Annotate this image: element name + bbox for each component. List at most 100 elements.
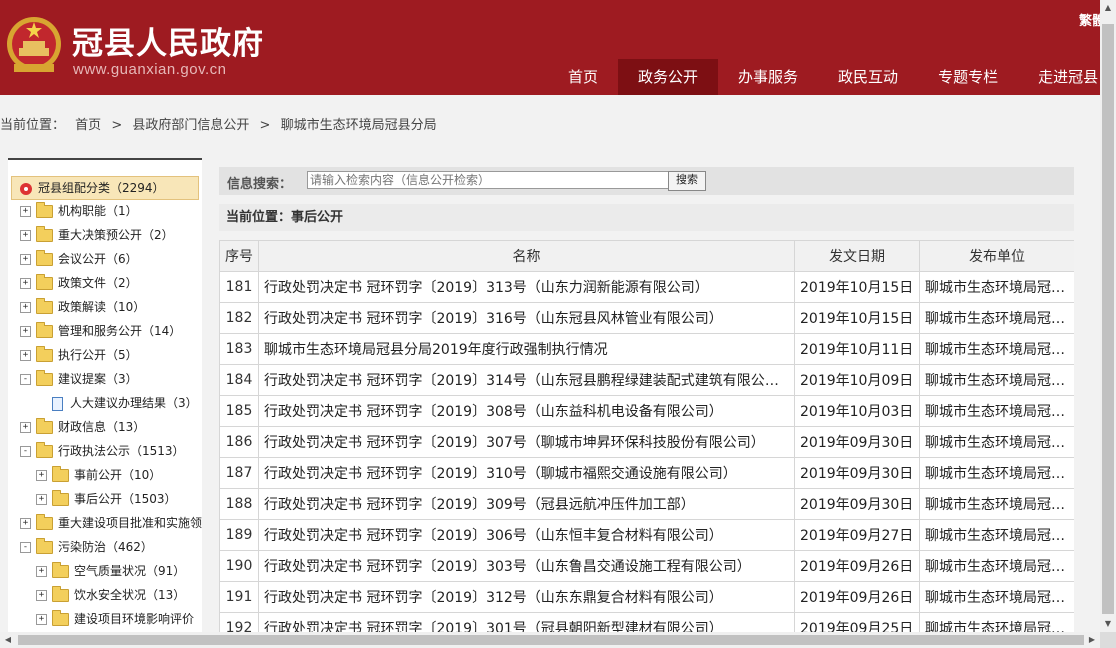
expand-icon[interactable]: + — [20, 326, 31, 337]
vertical-scrollbar[interactable]: ▲ ▼ — [1100, 0, 1116, 632]
folder-icon — [36, 274, 53, 290]
cell-date: 2019年09月30日 — [794, 457, 920, 489]
tree-node[interactable]: - 建议提案（3） — [20, 368, 138, 390]
nav-item-0[interactable]: 首页 — [548, 59, 618, 95]
cell-title-link[interactable]: 行政处罚决定书 冠环罚字〔2019〕301号（冠县朝阳新型建材有限公司） — [258, 612, 795, 632]
cell-title-link[interactable]: 行政处罚决定书 冠环罚字〔2019〕313号（山东力润新能源有限公司） — [258, 271, 795, 303]
expand-icon[interactable]: + — [20, 422, 31, 433]
main-nav: 首页 政务公开 办事服务 政民互动 专题专栏 走进冠县 — [548, 59, 1116, 95]
tree-node[interactable]: + 政策解读（10） — [20, 296, 145, 318]
tree-node[interactable]: - 污染防治（462） — [20, 536, 153, 558]
expand-icon[interactable]: + — [20, 350, 31, 361]
cell-title-link[interactable]: 行政处罚决定书 冠环罚字〔2019〕312号（山东东鼎复合材料有限公司） — [258, 581, 795, 613]
cell-date: 2019年10月09日 — [794, 364, 920, 396]
tree-node[interactable]: + 管理和服务公开（14） — [20, 320, 181, 342]
tree-node-label: 建设项目环境影响评价 — [74, 612, 195, 626]
scroll-right-icon[interactable]: ▶ — [1084, 632, 1100, 648]
national-emblem-icon — [7, 17, 61, 72]
table-row: 188 行政处罚决定书 冠环罚字〔2019〕309号（冠县远航冲压件加工部） 201… — [219, 488, 1074, 520]
tree-node[interactable]: + 会议公开（6） — [20, 248, 138, 270]
tree-node[interactable]: + 饮水安全状况（13） — [36, 584, 185, 606]
collapse-icon[interactable]: - — [20, 542, 31, 553]
cell-title-link[interactable]: 行政处罚决定书 冠环罚字〔2019〕310号（聊城市福熙交通设施有限公司） — [258, 457, 795, 489]
scroll-left-icon[interactable]: ◀ — [0, 632, 16, 648]
collapse-icon[interactable]: - — [20, 374, 31, 385]
collapse-icon[interactable]: - — [20, 446, 31, 457]
cell-index: 189 — [219, 519, 259, 551]
tree-node[interactable]: + 事后公开（1503） — [36, 488, 177, 510]
tree-node[interactable]: + 事前公开（10） — [36, 464, 161, 486]
tree-node[interactable]: + 政策文件（2） — [20, 272, 138, 294]
col-header-publisher: 发布单位 — [919, 240, 1074, 272]
expand-icon[interactable]: + — [36, 590, 47, 601]
site-header: 冠县人民政府 www.guanxian.gov.cn 繁體 首页 政务公开 办事服务… — [0, 0, 1100, 95]
tree-node[interactable]: + 执行公开（5） — [20, 344, 138, 366]
expand-icon[interactable]: + — [36, 566, 47, 577]
col-header-name: 名称 — [258, 240, 795, 272]
expand-icon[interactable]: + — [20, 206, 31, 217]
expand-icon[interactable]: + — [20, 278, 31, 289]
cell-index: 185 — [219, 395, 259, 427]
tree-node-label: 建议提案（3） — [58, 372, 138, 386]
cell-date: 2019年09月27日 — [794, 519, 920, 551]
breadcrumb-department-link[interactable]: 县政府部门信息公开 — [132, 118, 249, 133]
cell-title-link[interactable]: 行政处罚决定书 冠环罚字〔2019〕306号（山东恒丰复合材料有限公司） — [258, 519, 795, 551]
cell-date: 2019年09月25日 — [794, 612, 920, 632]
traditional-chinese-toggle[interactable]: 繁體 — [1079, 10, 1100, 29]
cell-title-link[interactable]: 聊城市生态环境局冠县分局2019年度行政强制执行情况 — [258, 333, 795, 365]
expand-icon[interactable]: + — [20, 230, 31, 241]
horizontal-scrollbar[interactable]: ◀ ▶ — [0, 632, 1100, 648]
tree-node[interactable]: + 重大建设项目批准和实施领域 — [20, 512, 202, 534]
tree-node[interactable]: 人大建议办理结果（3） — [52, 392, 198, 414]
expand-icon[interactable]: + — [20, 254, 31, 265]
tree-node[interactable]: + 财政信息（13） — [20, 416, 145, 438]
nav-item-3[interactable]: 政民互动 — [818, 59, 918, 95]
tree-node-label: 事前公开（10） — [74, 468, 162, 482]
horizontal-scroll-thumb[interactable] — [18, 635, 1084, 645]
cell-date: 2019年10月15日 — [794, 271, 920, 303]
cell-publisher: 聊城市生态环境局冠县分局 — [919, 333, 1074, 365]
table-row: 191 行政处罚决定书 冠环罚字〔2019〕312号（山东东鼎复合材料有限公司） 2… — [219, 581, 1074, 613]
cell-index: 183 — [219, 333, 259, 365]
breadcrumb-label: 当前位置： — [0, 118, 66, 133]
folder-icon — [52, 490, 69, 506]
cell-title-link[interactable]: 行政处罚决定书 冠环罚字〔2019〕316号（山东冠县风林管业有限公司） — [258, 302, 795, 334]
folder-icon — [36, 538, 53, 554]
tree-node[interactable]: - 行政执法公示（1513） — [20, 440, 185, 462]
breadcrumb-separator: > — [259, 118, 271, 133]
expand-icon[interactable]: + — [36, 494, 47, 505]
cell-title-link[interactable]: 行政处罚决定书 冠环罚字〔2019〕314号（山东冠县鹏程绿建装配式建筑有限公司… — [258, 364, 795, 396]
breadcrumb-current-link[interactable]: 聊城市生态环境局冠县分局 — [281, 118, 437, 133]
tree-node-label: 执行公开（5） — [58, 348, 138, 362]
cell-title-link[interactable]: 行政处罚决定书 冠环罚字〔2019〕308号（山东益科机电设备有限公司） — [258, 395, 795, 427]
nav-item-1[interactable]: 政务公开 — [618, 59, 719, 95]
expand-icon[interactable]: + — [20, 302, 31, 313]
tree-node-label: 政策文件（2） — [58, 276, 138, 290]
cell-publisher: 聊城市生态环境局冠县分局 — [919, 581, 1074, 613]
tree-node[interactable]: + 空气质量状况（91） — [36, 560, 185, 582]
nav-item-4[interactable]: 专题专栏 — [918, 59, 1018, 95]
vertical-scroll-thumb[interactable] — [1102, 24, 1114, 614]
scroll-up-icon[interactable]: ▲ — [1100, 0, 1116, 16]
expand-icon[interactable]: + — [20, 518, 31, 529]
nav-item-2[interactable]: 办事服务 — [718, 59, 818, 95]
tree-node[interactable]: + 机构职能（1） — [20, 200, 138, 222]
breadcrumb-home-link[interactable]: 首页 — [75, 118, 101, 133]
table-row: 181 行政处罚决定书 冠环罚字〔2019〕313号（山东力润新能源有限公司） 20… — [219, 271, 1074, 303]
cell-publisher: 聊城市生态环境局冠县分局 — [919, 395, 1074, 427]
tree-node[interactable]: + 建设项目环境影响评价 — [36, 608, 194, 630]
search-button[interactable]: 搜索 — [668, 171, 706, 191]
cell-publisher: 聊城市生态环境局冠县分局 — [919, 488, 1074, 520]
scroll-down-icon[interactable]: ▼ — [1100, 616, 1116, 632]
table-header-row: 序号 名称 发文日期 发布单位 — [219, 240, 1074, 272]
tree-node[interactable]: + 重大决策预公开（2） — [20, 224, 174, 246]
expand-icon[interactable]: + — [36, 614, 47, 625]
site-title[interactable]: 冠县人民政府 — [72, 18, 264, 63]
cell-title-link[interactable]: 行政处罚决定书 冠环罚字〔2019〕309号（冠县远航冲压件加工部） — [258, 488, 795, 520]
cell-title-link[interactable]: 行政处罚决定书 冠环罚字〔2019〕303号（山东鲁昌交通设施工程有限公司） — [258, 550, 795, 582]
folder-icon — [52, 562, 69, 578]
cell-title-link[interactable]: 行政处罚决定书 冠环罚字〔2019〕307号（聊城市坤昇环保科技股份有限公司） — [258, 426, 795, 458]
tree-root[interactable]: 冠县组配分类（2294） — [11, 176, 199, 200]
expand-icon[interactable]: + — [36, 470, 47, 481]
search-input[interactable] — [307, 171, 671, 189]
